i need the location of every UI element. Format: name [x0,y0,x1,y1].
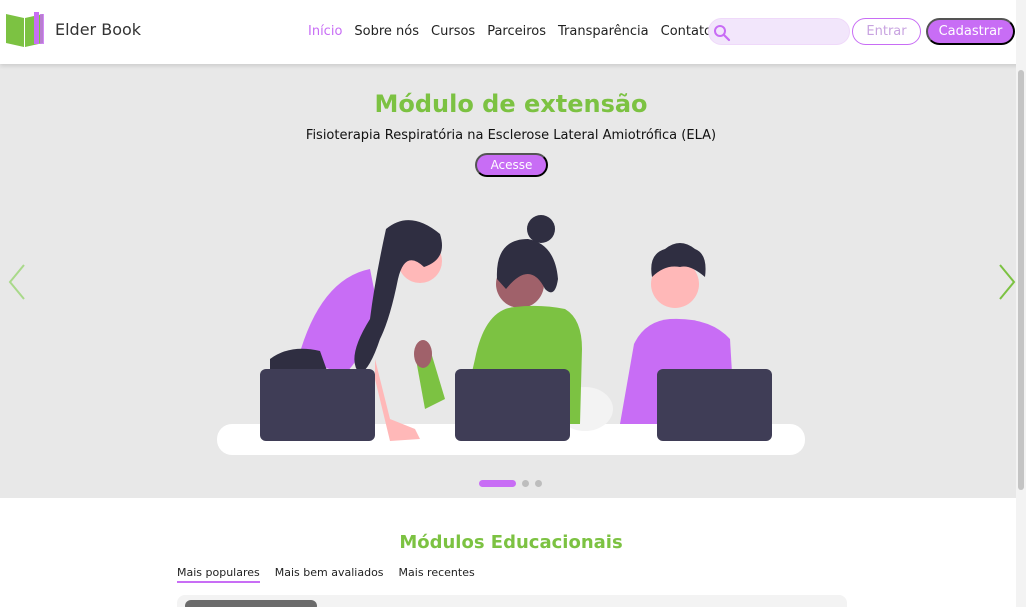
search-icon[interactable] [713,24,731,42]
nav-cursos[interactable]: Cursos [431,24,475,39]
carousel-next-button[interactable] [996,262,1018,302]
nav-inicio[interactable]: Início [308,24,342,39]
carousel-prev-button[interactable] [6,262,28,302]
carousel-dot-3[interactable] [535,480,542,487]
carousel-dot-2[interactable] [522,480,529,487]
chevron-left-icon [8,264,25,300]
hero-subtitle: Fisioterapia Respiratória na Esclerose L… [305,128,717,143]
nav-transparencia[interactable]: Transparência [558,24,649,39]
brand-name[interactable]: Elder Book [55,20,141,39]
logo[interactable] [4,10,48,48]
module-card-thumbnail[interactable] [185,600,317,607]
carousel-indicators [479,480,542,487]
nav-contato[interactable]: Contato [661,24,712,39]
main-nav: Início Sobre nós Cursos Parceiros Transp… [308,24,712,39]
nav-parceiros[interactable]: Parceiros [487,24,546,39]
nav-sobre-nos[interactable]: Sobre nós [354,24,419,39]
page-scrollbar[interactable] [1016,0,1026,607]
tab-mais-bem-avaliados[interactable]: Mais bem avaliados [275,566,384,583]
site-header: Elder Book Início Sobre nós Cursos Parce… [0,0,1026,64]
login-button[interactable]: Entrar [852,18,921,45]
scrollbar-thumb[interactable] [1018,70,1024,490]
hero-cta-button[interactable]: Acesse [475,153,548,177]
modules-title: Módulos Educacionais [399,532,623,553]
book-logo-icon [6,12,44,47]
hero-carousel: Módulo de extensão Fisioterapia Respirat… [0,64,1026,498]
search-input[interactable] [733,23,843,41]
chevron-right-icon [999,264,1016,300]
hero-illustration [217,215,805,455]
search-box [708,18,850,45]
tab-mais-populares[interactable]: Mais populares [177,566,260,583]
hero-title: Módulo de extensão [374,90,648,118]
carousel-dot-1[interactable] [479,480,516,487]
signup-button[interactable]: Cadastrar [926,18,1015,45]
tab-mais-recentes[interactable]: Mais recentes [399,566,475,583]
modules-tabs: Mais populares Mais bem avaliados Mais r… [177,566,475,583]
